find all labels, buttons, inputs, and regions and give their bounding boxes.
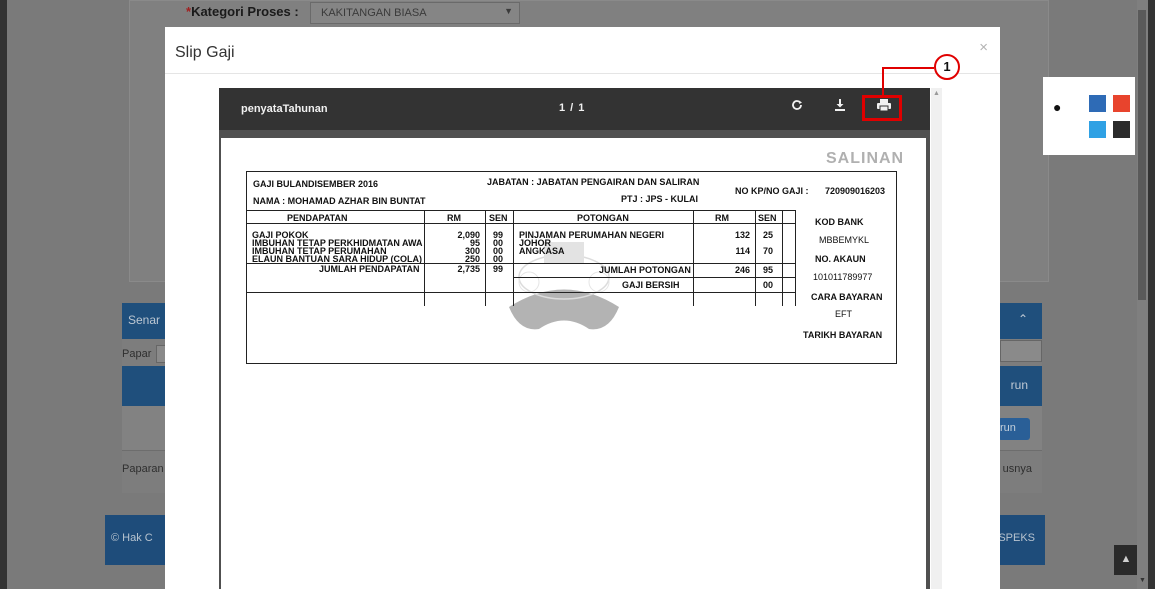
deduction-rm: 132 bbox=[734, 230, 750, 240]
page-scrollbar-thumb[interactable] bbox=[1138, 10, 1146, 300]
divider bbox=[247, 292, 795, 293]
scroll-down-arrow-icon[interactable]: ▼ bbox=[1139, 577, 1146, 584]
cara-bayaran-label: CARA BAYARAN bbox=[811, 292, 883, 302]
header-rm: RM bbox=[715, 213, 729, 223]
viewer-scrollbar[interactable]: ▲ bbox=[931, 88, 942, 589]
annotation-connector bbox=[882, 67, 884, 97]
pdf-document-title: penyataTahunan bbox=[241, 103, 328, 115]
header-potongan: POTONGAN bbox=[577, 213, 629, 223]
no-kp-value: 720909016203 bbox=[825, 186, 886, 196]
gaji-bulan: GAJI BULANDISEMBER 2016 bbox=[253, 179, 379, 189]
theme-swatch-lightblue[interactable] bbox=[1089, 121, 1106, 138]
pdf-page-indicator: 1 / 1 bbox=[559, 102, 586, 114]
chevron-up-icon[interactable]: ⌃ bbox=[1018, 312, 1028, 326]
pdf-viewer: penyataTahunan 1 / 1 SALINAN GAJI BULAND… bbox=[219, 88, 942, 589]
page-scrollbar[interactable]: ▼ bbox=[1137, 0, 1148, 589]
ptj: PTJ : JPS - KULAI bbox=[621, 194, 699, 204]
gaji-bersih-sen: 00 bbox=[763, 280, 774, 290]
chevron-down-icon: ▼ bbox=[504, 6, 513, 16]
gaji-bersih-label: GAJI BERSIH bbox=[622, 280, 680, 290]
payslip: GAJI BULANDISEMBER 2016 JABATAN : JABATA… bbox=[246, 171, 897, 364]
modal-divider bbox=[165, 73, 1000, 74]
theme-swatch-dark[interactable] bbox=[1113, 121, 1130, 138]
deduction-sen: 25 bbox=[763, 230, 774, 240]
deduction-sen: 70 bbox=[763, 246, 774, 256]
deduction-rm: 114 bbox=[735, 246, 750, 256]
header-pendapatan: PENDAPATAN bbox=[287, 213, 348, 223]
search-input[interactable] bbox=[1000, 340, 1042, 362]
print-button-highlight bbox=[862, 95, 902, 121]
cara-bayaran-value: EFT bbox=[835, 309, 852, 319]
scroll-up-arrow-icon[interactable]: ▲ bbox=[933, 90, 940, 97]
header-sen: SEN bbox=[758, 213, 777, 223]
panel-title: Senar bbox=[128, 313, 161, 327]
modal-title: Slip Gaji bbox=[175, 44, 235, 61]
jumlah-pendapatan-rm: 2,735 bbox=[457, 264, 480, 274]
pdf-page: SALINAN GAJI BULANDISEMBER 2016 JABATAN … bbox=[221, 138, 926, 589]
divider bbox=[795, 210, 796, 306]
annotation-connector bbox=[882, 67, 934, 69]
kategori-proses-label: *Kategori Proses : bbox=[186, 4, 299, 19]
kod-bank-value: MBBEMYKL bbox=[819, 235, 870, 245]
no-akaun-label: NO. AKAUN bbox=[815, 254, 866, 264]
header-sen: SEN bbox=[489, 213, 508, 223]
step-marker: 1 bbox=[934, 54, 960, 80]
deduction-name: ANGKASA bbox=[519, 246, 565, 256]
jumlah-pendapatan-label: JUMLAH PENDAPATAN bbox=[319, 264, 420, 274]
no-kp-label: NO KP/NO GAJI : bbox=[735, 186, 809, 196]
table-header-label: run bbox=[1010, 378, 1028, 392]
divider bbox=[247, 223, 795, 224]
header-rm: RM bbox=[447, 213, 461, 223]
tarikh-bayaran-label: TARIKH BAYARAN bbox=[803, 330, 883, 340]
download-icon[interactable] bbox=[830, 98, 850, 118]
pdf-toolbar: penyataTahunan 1 / 1 bbox=[219, 88, 930, 130]
row-action-button[interactable]: run bbox=[998, 418, 1030, 440]
kod-bank-label: KOD BANK bbox=[815, 217, 864, 227]
no-akaun-value: 101011789977 bbox=[813, 272, 873, 282]
kategori-proses-select[interactable]: KAKITANGAN BIASA ▼ bbox=[310, 2, 520, 24]
theme-swatch-blue[interactable] bbox=[1089, 95, 1106, 112]
divider bbox=[247, 210, 795, 211]
theme-swatch-red[interactable] bbox=[1113, 95, 1130, 112]
jabatan: JABATAN : JABATAN PENGAIRAN DAN SALIRAN bbox=[487, 177, 700, 187]
slip-gaji-modal: Slip Gaji × penyataTahunan 1 / 1 SALINAN bbox=[165, 27, 1000, 589]
jumlah-potongan-label: JUMLAH POTONGAN bbox=[599, 265, 691, 275]
paparan-label: Paparan bbox=[122, 463, 164, 475]
jumlah-potongan-rm: 246 bbox=[734, 265, 750, 275]
theme-color-picker: ● bbox=[1043, 77, 1135, 155]
papar-label: Papar bbox=[122, 348, 152, 360]
close-icon[interactable]: × bbox=[979, 39, 988, 56]
droplet-icon[interactable]: ● bbox=[1053, 99, 1061, 115]
jumlah-pendapatan-sen: 99 bbox=[493, 264, 504, 274]
jumlah-potongan-sen: 95 bbox=[763, 265, 774, 275]
scroll-to-top-button[interactable]: ▲ bbox=[1114, 545, 1138, 575]
nama: NAMA : MOHAMAD AZHAR BIN BUNTAT bbox=[253, 196, 426, 206]
pagination-info: usnya bbox=[1002, 463, 1032, 475]
divider bbox=[513, 277, 795, 278]
rotate-icon[interactable] bbox=[787, 98, 807, 118]
salinan-watermark: SALINAN bbox=[826, 150, 905, 167]
footer-copyright: © Hak C bbox=[111, 532, 153, 544]
